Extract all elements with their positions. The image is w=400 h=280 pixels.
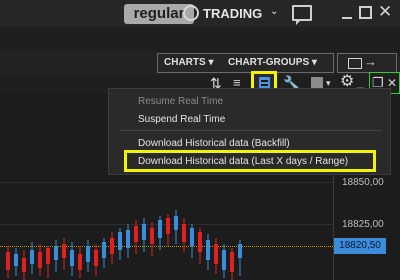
candle-body (174, 216, 178, 230)
highlight-box (124, 150, 376, 172)
chat-icon[interactable] (292, 5, 312, 25)
candle-body (38, 252, 42, 268)
trading-status-icon[interactable] (183, 5, 199, 21)
candle-body (62, 244, 66, 258)
candle-body (110, 238, 114, 254)
candlestick-series (6, 210, 242, 280)
candle-body (158, 220, 162, 238)
candle-body (214, 244, 218, 264)
current-price-badge: 18820,50 (334, 238, 386, 254)
candle-body (46, 248, 50, 264)
candle-body (102, 242, 106, 258)
candle-body (6, 252, 10, 270)
candle-body (22, 258, 26, 272)
menu-item-resume-real-time[interactable]: Resume Real Time (138, 96, 223, 107)
price-axis-label: 18825,00 (342, 219, 384, 230)
undock-button[interactable]: → (337, 53, 397, 73)
candle-body (182, 224, 186, 242)
chevron-down-icon[interactable]: ⌄ (270, 6, 278, 17)
candle-body (166, 218, 170, 234)
menu-item-suspend-real-time[interactable]: Suspend Real Time (138, 114, 225, 125)
candle-body (14, 254, 18, 266)
candle-body (134, 226, 138, 242)
title-bar: regular TRADING ⌄ ✕ (0, 0, 400, 27)
candle-body (230, 252, 234, 272)
chart-menus: CHARTS ▾ CHART-GROUPS ▾ (157, 53, 334, 73)
close-window-icon[interactable]: ✕ (378, 3, 392, 20)
candle-body (86, 246, 90, 262)
candle-body (54, 246, 58, 260)
candle-body (190, 228, 194, 246)
candle-body (70, 250, 74, 266)
candle-body (142, 224, 146, 240)
candle-body (126, 230, 130, 248)
trading-menu-label[interactable]: TRADING (203, 6, 262, 21)
minimize-window-icon[interactable] (342, 17, 352, 19)
candle-body (150, 228, 154, 244)
window-icon (348, 58, 362, 69)
candle-body (206, 240, 210, 260)
menu-item-download-backfill[interactable]: Download Historical data (Backfill) (138, 138, 290, 149)
candle-body (238, 244, 242, 258)
candle-body (222, 250, 226, 270)
price-axis-label: 18850,00 (342, 177, 384, 188)
maximize-window-icon[interactable] (359, 6, 372, 19)
candle-body (118, 232, 122, 250)
candle-body (30, 250, 34, 264)
arrow-right-icon: → (364, 54, 377, 69)
chart-groups-menu[interactable]: CHART-GROUPS ▾ (228, 57, 317, 68)
menu-divider (119, 130, 382, 131)
candle-body (94, 250, 98, 266)
candle-body (198, 232, 202, 252)
candle-body (78, 254, 82, 270)
charts-menu[interactable]: CHARTS ▾ (164, 57, 213, 68)
